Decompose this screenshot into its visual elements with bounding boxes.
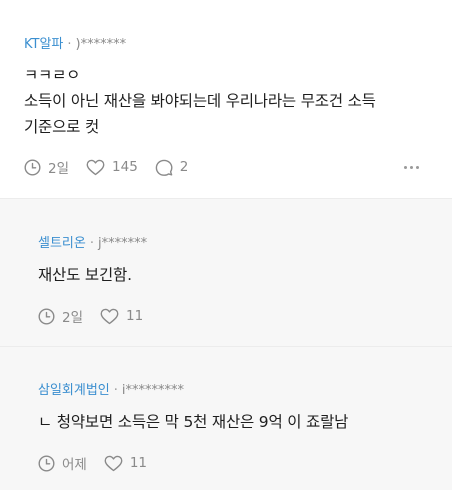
like-count: 11	[126, 308, 144, 324]
comment-body: ㅋㅋㄹㅇ 소득이 아닌 재산을 봐야되는데 우리나라는 무조건 소득 기준으로 …	[24, 62, 428, 140]
user-id: i*********	[121, 383, 185, 398]
time-display: 어제	[38, 453, 87, 473]
comment-line: 소득이 아닌 재산을 봐야되는데 우리나라는 무조건 소득	[24, 92, 376, 110]
meta-separator: ·	[113, 383, 118, 398]
like-count: 145	[112, 159, 138, 175]
reply-actions: 2일 11	[38, 306, 428, 326]
time-label: 2일	[48, 161, 70, 177]
more-dots-icon	[410, 165, 413, 169]
reply-count: 2	[179, 159, 189, 175]
comment-line: ㅋㅋㄹㅇ	[24, 66, 81, 84]
author-name[interactable]: 삼일회계법인	[38, 382, 110, 400]
more-options-button[interactable]	[404, 165, 419, 169]
reply-button[interactable]: 2	[155, 159, 189, 176]
like-button[interactable]: 11	[104, 455, 147, 472]
more-dots-icon	[404, 165, 407, 169]
more-dots-icon	[416, 165, 419, 169]
user-id: )*******	[75, 37, 127, 52]
reply-body: 재산도 보긴함.	[38, 266, 132, 284]
clock-icon	[38, 307, 55, 325]
reply-meta: 셀트리온 · j*******	[38, 235, 428, 253]
reply-actions: 어제 11	[38, 453, 428, 473]
meta-separator: ·	[89, 236, 94, 251]
comment-item: KT알파 · )******* ㅋㅋㄹㅇ 소득이 아닌 재산을 봐야되는데 우리…	[0, 0, 452, 199]
like-button[interactable]: 11	[100, 308, 143, 325]
clock-icon	[24, 158, 41, 176]
like-button[interactable]: 145	[86, 159, 138, 176]
comment-line: 기준으로 컷	[24, 118, 100, 136]
heart-icon	[104, 455, 123, 471]
reply-meta: 삼일회계법인 · i*********	[38, 382, 428, 400]
user-id: j*******	[97, 236, 148, 251]
comment-meta: KT알파 · )*******	[24, 36, 428, 54]
heart-icon	[100, 308, 119, 324]
time-label: 2일	[62, 310, 84, 326]
reply-body: ㄴ 청약보면 소득은 막 5천 재산은 9억 이 죠랄남	[38, 413, 349, 431]
reply-item: 셀트리온 · j******* 재산도 보긴함. 2일 11	[0, 199, 452, 347]
author-name[interactable]: 셀트리온	[38, 235, 86, 253]
like-count: 11	[129, 455, 148, 471]
comment-actions: 2일 145 2	[24, 157, 428, 177]
clock-icon	[38, 454, 55, 472]
author-name[interactable]: KT알파	[24, 36, 63, 54]
heart-icon	[86, 159, 105, 175]
speech-bubble-icon	[155, 159, 173, 176]
comment-thread: KT알파 · )******* ㅋㅋㄹㅇ 소득이 아닌 재산을 봐야되는데 우리…	[0, 0, 452, 490]
time-display: 2일	[24, 157, 69, 177]
time-display: 2일	[38, 306, 83, 326]
reply-item: 삼일회계법인 · i********* ㄴ 청약보면 소득은 막 5천 재산은 …	[0, 347, 452, 490]
time-label: 어제	[62, 457, 87, 473]
meta-separator: ·	[67, 37, 72, 52]
